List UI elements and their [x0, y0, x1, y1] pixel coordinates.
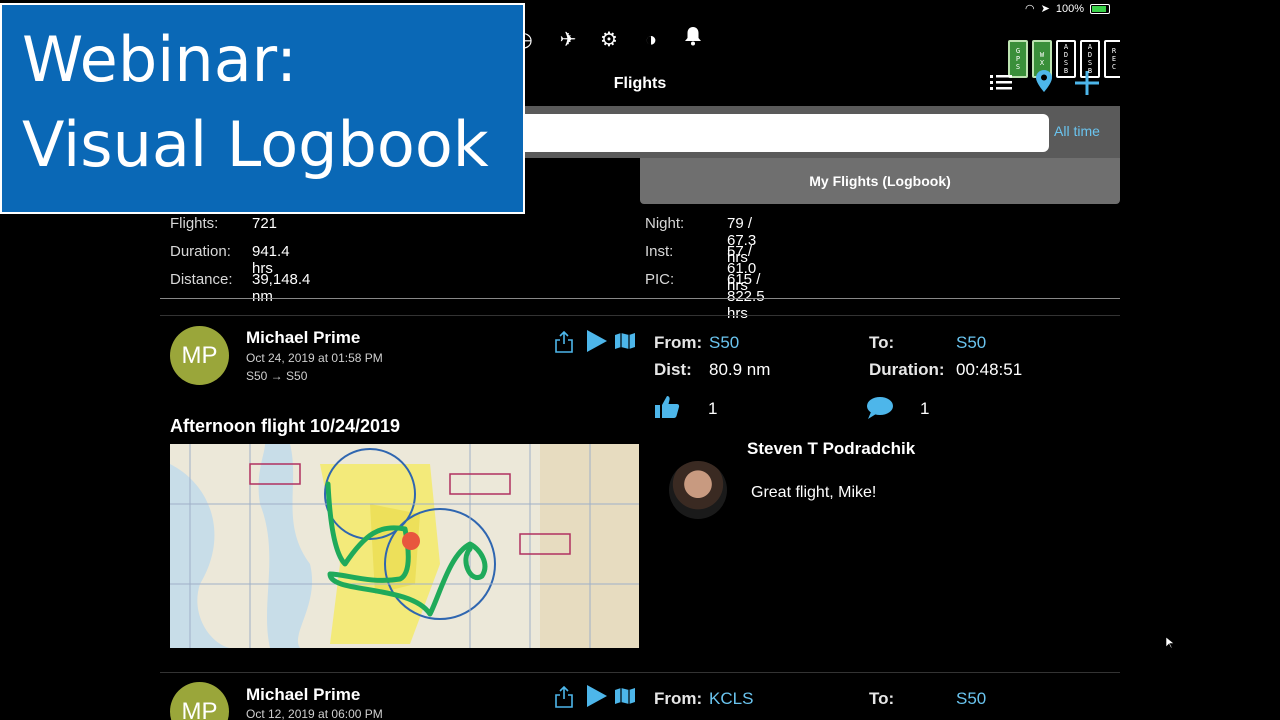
contrast-icon[interactable]: ◑ [637, 26, 665, 54]
flight-entry[interactable]: MP Michael Prime Oct 24, 2019 at 01:58 P… [160, 316, 1120, 672]
stat-flights: Flights: 721 [170, 215, 278, 232]
flight-route: S50 → S50 [246, 369, 308, 383]
pilot-name: Michael Prime [246, 328, 361, 347]
comment-icon[interactable] [866, 396, 894, 425]
thumbs-up-icon[interactable] [654, 394, 680, 425]
battery-icon [1090, 3, 1110, 14]
from-label: From: [654, 689, 703, 708]
likes-count: 1 [708, 399, 718, 418]
flight-track-map[interactable] [170, 444, 639, 648]
duration-label: Duration: [869, 360, 945, 379]
to-airport[interactable]: S50 [956, 689, 986, 709]
to-label: To: [869, 333, 895, 352]
banner-line-2: Visual Logbook [22, 108, 489, 181]
stat-inst: Inst: 57 / 61.0 hrs [645, 243, 757, 294]
flight-entry[interactable]: MP Michael Prime Oct 12, 2019 at 06:00 P… [160, 673, 1120, 720]
play-icon[interactable] [586, 329, 608, 358]
flight-date: Oct 12, 2019 at 06:00 PM [246, 707, 383, 720]
flight-date: Oct 24, 2019 at 01:58 PM [246, 351, 383, 365]
to-airport[interactable]: S50 [956, 333, 986, 353]
location-arrow-icon: ➤ [1040, 3, 1050, 15]
battery-percent: 100% [1055, 2, 1084, 15]
comment-text: Great flight, Mike! [751, 484, 877, 501]
stat-duration: Duration: 941.4 hrs [170, 243, 290, 277]
commenter-avatar [669, 461, 727, 519]
bell-icon[interactable] [679, 26, 707, 54]
wifi-icon: ◠ [1025, 3, 1035, 15]
dist-label: Dist: [654, 360, 692, 379]
divider [160, 298, 1120, 299]
airplane-icon[interactable]: ✈ [554, 26, 582, 54]
flight-title: Afternoon flight 10/24/2019 [170, 416, 401, 436]
map-icon[interactable] [614, 687, 636, 710]
segment-label: My Flights (Logbook) [809, 173, 951, 189]
webinar-title-banner: Webinar: Visual Logbook [0, 3, 525, 214]
to-label: To: [869, 689, 895, 708]
share-icon[interactable] [555, 685, 573, 713]
banner-line-1: Webinar: [22, 23, 297, 96]
map-pin-icon[interactable] [1036, 70, 1052, 99]
share-icon[interactable] [555, 330, 573, 358]
gear-icon[interactable]: ⚙ [595, 26, 623, 54]
play-icon[interactable] [586, 684, 608, 713]
comment-author: Steven T Podradchik [747, 439, 916, 458]
add-icon[interactable] [1074, 70, 1100, 103]
mouse-cursor-icon [1165, 636, 1175, 654]
stat-distance: Distance: 39,148.4 nm [170, 271, 311, 305]
map-icon[interactable] [614, 332, 636, 355]
logbook-segment[interactable]: My Flights (Logbook) [640, 158, 1120, 204]
stat-night: Night: 79 / 67.3 hrs [645, 215, 757, 266]
avatar: MP [170, 682, 229, 720]
pilot-name: Michael Prime [246, 685, 361, 704]
dist-value: 80.9 nm [709, 360, 771, 379]
from-airport[interactable]: KCLS [709, 689, 753, 709]
from-label: From: [654, 333, 703, 352]
from-airport[interactable]: S50 [709, 333, 739, 353]
list-icon[interactable] [990, 70, 1012, 98]
comments-count: 1 [920, 399, 930, 418]
duration-value: 00:48:51 [956, 360, 1023, 379]
stat-pic: PIC: 615 / 822.5 hrs [645, 271, 765, 322]
avatar: MP [170, 326, 229, 385]
time-filter-button[interactable]: All time [1054, 123, 1100, 139]
